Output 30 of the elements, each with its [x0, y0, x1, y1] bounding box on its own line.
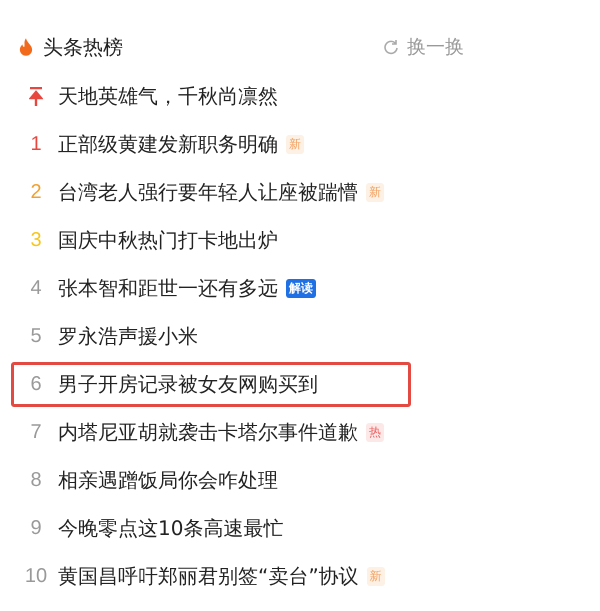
tag-label: 热	[366, 423, 384, 442]
headline-link[interactable]: 罗永浩声援小米	[58, 323, 198, 350]
rank-number: 4	[30, 277, 42, 300]
rank-number: 1	[30, 133, 42, 156]
rank-number: 9	[30, 517, 42, 540]
tag-label: 解读	[286, 279, 316, 298]
rank-number: 3	[30, 229, 42, 252]
tag-label: 新	[286, 135, 304, 154]
headline-link[interactable]: 台湾老人强行要年轻人让座被踹懵	[58, 179, 358, 206]
headline-link[interactable]: 正部级黄建发新职务明确	[58, 131, 278, 158]
headline-link[interactable]: 男子开房记录被女友网购买到	[58, 371, 318, 398]
tag-label: 新	[366, 567, 385, 586]
headline-link[interactable]: 国庆中秋热门打卡地出炉	[58, 227, 278, 254]
headline-link[interactable]: 今晚零点这10条高速最忙	[58, 515, 284, 542]
rank-number: 7	[30, 421, 42, 444]
headline-link[interactable]: 内塔尼亚胡就袭击卡塔尔事件道歉	[58, 419, 358, 446]
pin-top-icon	[29, 86, 43, 106]
headline-link[interactable]: 张本智和距世一还有多远	[58, 275, 278, 302]
rank-number: 5	[30, 325, 42, 348]
rank-number: 8	[30, 469, 42, 492]
headline-link[interactable]: 天地英雄气，千秋尚凛然	[58, 83, 278, 110]
rank-number: 2	[30, 181, 42, 204]
flame-icon	[19, 38, 33, 56]
tag-label: 新	[366, 183, 384, 202]
headline-link[interactable]: 相亲遇蹭饭局你会咋处理	[58, 467, 278, 494]
rank-number: 10	[24, 565, 48, 588]
refresh-icon	[383, 39, 399, 55]
rank-number: 6	[30, 373, 42, 396]
section-title: 头条热榜	[43, 34, 123, 60]
headline-link[interactable]: 黄国昌呼吁郑丽君别签“卖台”协议	[58, 563, 359, 590]
